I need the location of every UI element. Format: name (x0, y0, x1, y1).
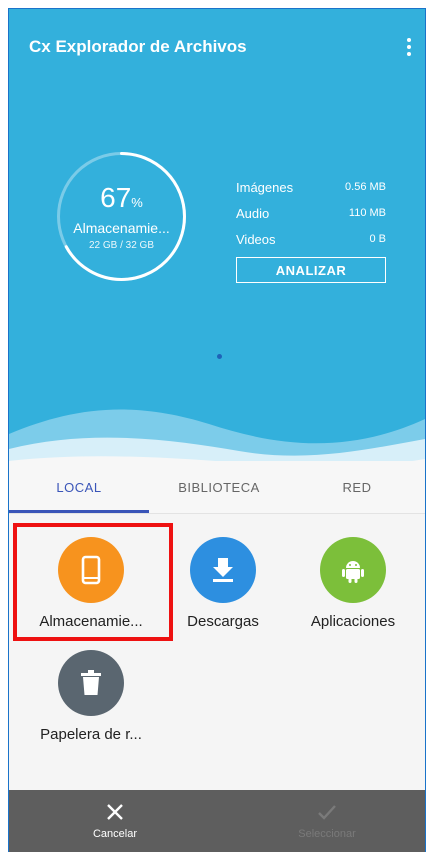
stat-row-audio: Audio 110 MB (236, 200, 386, 226)
grid-item-label: Papelera de r... (40, 726, 142, 743)
download-icon (190, 537, 256, 603)
grid-item-label: Aplicaciones (310, 613, 396, 630)
stat-value: 110 MB (348, 207, 386, 219)
grid-item-trash[interactable]: Papelera de r... (21, 642, 161, 752)
storage-percent: 67% (100, 181, 143, 213)
storage-header: Cx Explorador de Archivos 67% Almacenami… (9, 9, 425, 479)
stat-value: 0.56 MB (345, 181, 386, 193)
analyze-button[interactable]: ANALIZAR (236, 257, 386, 283)
bottom-action-bar: Cancelar Seleccionar (9, 790, 425, 852)
selection-highlight (13, 523, 173, 641)
tab-bar: LOCAL BIBLIOTECA RED (9, 461, 425, 514)
select-button[interactable]: Seleccionar (267, 790, 387, 852)
stat-value: 0 B (369, 233, 386, 245)
stat-row-videos: Videos 0 B (236, 226, 386, 252)
cancel-label: Cancelar (92, 828, 138, 840)
storage-size: 22 GB / 32 GB (88, 239, 155, 251)
screen: Cx Explorador de Archivos 67% Almacenami… (8, 8, 426, 852)
app-title: Cx Explorador de Archivos (29, 37, 247, 56)
stat-row-images: Imágenes 0.56 MB (236, 174, 386, 200)
cancel-button[interactable]: Cancelar (55, 790, 175, 852)
tab-biblioteca[interactable]: BIBLIOTECA (149, 461, 289, 513)
page-indicator-dot (217, 354, 222, 359)
select-label: Seleccionar (298, 828, 356, 840)
close-icon (107, 804, 123, 820)
stat-label: Imágenes (236, 179, 294, 195)
android-icon (320, 537, 386, 603)
overflow-menu-icon[interactable] (401, 35, 417, 59)
grid-item-label: Descargas (187, 613, 259, 630)
storage-ring[interactable]: 67% Almacenamie... 22 GB / 32 GB (54, 149, 189, 284)
media-stats: Imágenes 0.56 MB Audio 110 MB Videos 0 B (236, 174, 386, 252)
tab-local[interactable]: LOCAL (9, 461, 149, 513)
trash-icon (58, 650, 124, 716)
grid-item-downloads[interactable]: Descargas (153, 529, 293, 639)
stat-label: Audio (236, 205, 270, 221)
storage-label: Almacenamie... (73, 219, 170, 236)
stat-label: Videos (236, 231, 276, 247)
tab-red[interactable]: RED (289, 461, 425, 513)
tab-indicator (9, 510, 149, 513)
grid-item-apps[interactable]: Aplicaciones (283, 529, 423, 639)
check-icon (318, 805, 336, 820)
